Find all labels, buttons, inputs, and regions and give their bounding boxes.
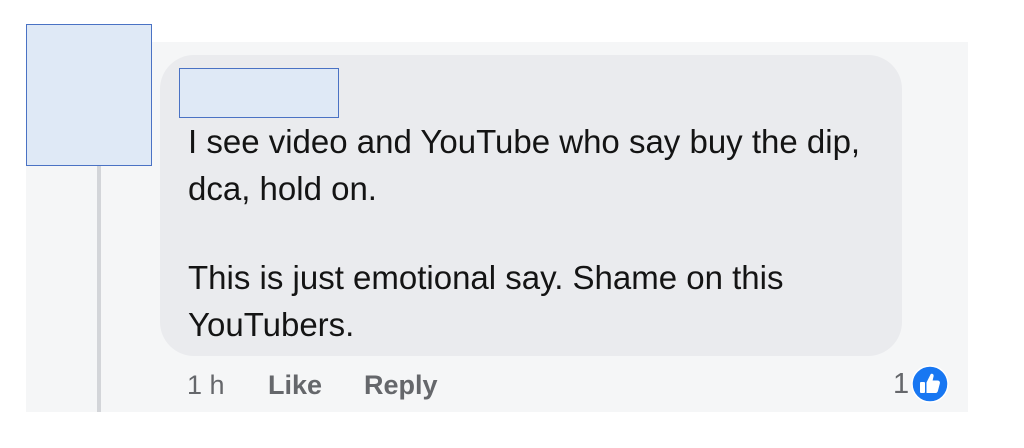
author-name[interactable] bbox=[179, 68, 339, 118]
reply-button[interactable]: Reply bbox=[364, 367, 438, 403]
reaction-summary[interactable]: 1 bbox=[893, 364, 949, 404]
reaction-count: 1 bbox=[893, 367, 910, 400]
thumbs-up-icon bbox=[911, 365, 949, 403]
comment-paragraph: This is just emotional say. Shame on thi… bbox=[188, 259, 784, 343]
like-button[interactable]: Like bbox=[268, 367, 322, 403]
comment-text: I see video and YouTube who say buy the … bbox=[188, 118, 888, 348]
avatar[interactable] bbox=[26, 24, 152, 166]
comment-paragraph: I see video and YouTube who say buy the … bbox=[188, 123, 861, 207]
thread-connector-line bbox=[97, 166, 101, 412]
comment-timestamp[interactable]: 1 h bbox=[187, 367, 225, 403]
